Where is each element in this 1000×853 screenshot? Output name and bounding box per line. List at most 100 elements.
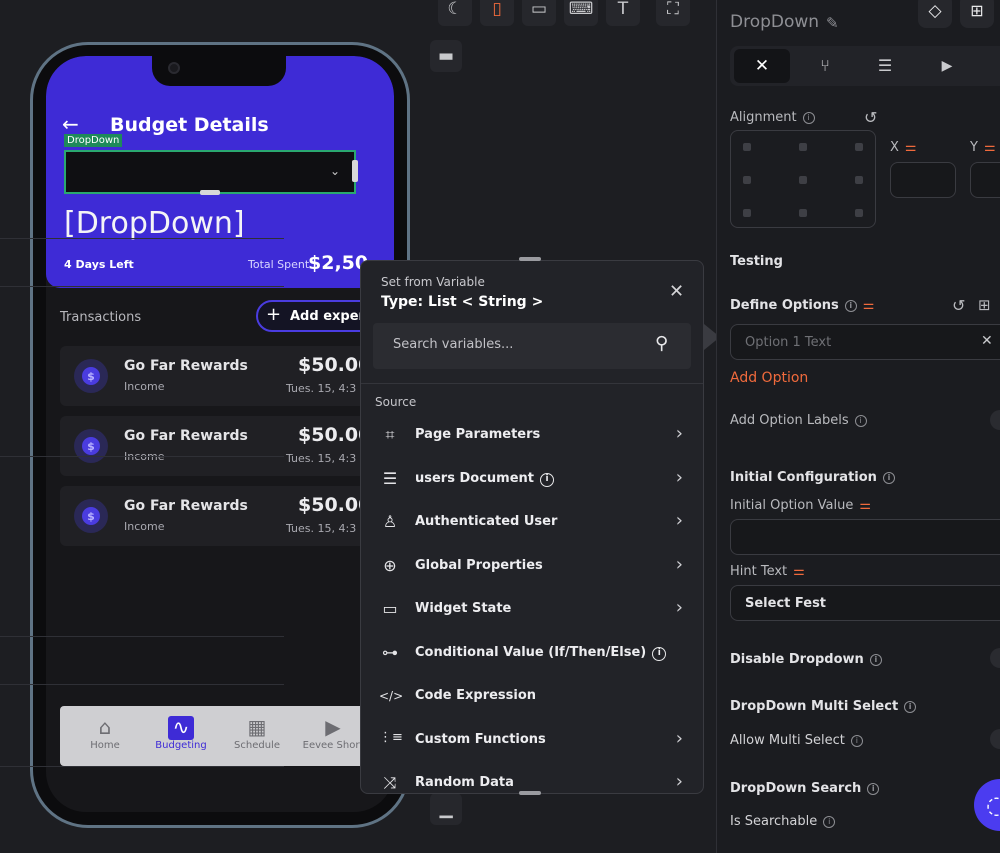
tablet-icon[interactable]: ▭ xyxy=(522,0,556,26)
info-icon[interactable]: i xyxy=(869,654,882,666)
variable-icon[interactable]: ⚌ xyxy=(863,298,875,313)
multi-select-label: DropDown Multi Select xyxy=(730,699,899,714)
reset-icon[interactable]: ↺ xyxy=(952,296,965,315)
popup-resize-handle[interactable] xyxy=(519,791,541,795)
align-dot[interactable] xyxy=(855,209,863,217)
dark-mode-icon[interactable]: ☾ xyxy=(438,0,472,26)
tab-animations[interactable]: ▶ xyxy=(932,49,962,83)
resize-handle[interactable] xyxy=(200,190,220,195)
source-label: Conditional Value (If/Then/Else) xyxy=(415,645,647,660)
source-label: Code Expression xyxy=(415,688,537,703)
align-dot[interactable] xyxy=(743,176,751,184)
popup-resize-handle[interactable] xyxy=(519,257,541,261)
options-icon[interactable]: ⊞ xyxy=(978,296,991,314)
source-code-expression[interactable]: </> Code Expression xyxy=(361,676,703,719)
page-parameters-icon: ⌗ xyxy=(385,425,395,444)
source-widget-state[interactable]: ▭ Widget State › xyxy=(361,589,703,632)
align-dot[interactable] xyxy=(743,143,751,151)
close-icon[interactable]: ✕ xyxy=(669,281,684,302)
info-icon[interactable]: i xyxy=(823,816,836,828)
info-icon[interactable]: i xyxy=(854,415,867,427)
tab-backend-query[interactable]: ☰ xyxy=(870,49,900,83)
add-widget-icon[interactable]: ⊞ xyxy=(960,0,994,28)
play-icon: ▶ xyxy=(325,715,341,739)
disable-dropdown-label: Disable Dropdown xyxy=(730,652,864,667)
option-1-input[interactable]: Option 1 Text ✕ xyxy=(730,324,1000,360)
reset-icon[interactable]: ↺ xyxy=(864,108,877,127)
collapse-bottom-icon[interactable]: ▁ xyxy=(430,793,462,825)
info-icon[interactable]: i xyxy=(844,300,857,312)
resize-handle[interactable] xyxy=(352,160,358,182)
chevron-right-icon: › xyxy=(675,554,683,575)
pencil-icon[interactable]: ✎ xyxy=(826,14,839,32)
info-icon[interactable]: i xyxy=(540,473,554,487)
source-authenticated-user[interactable]: ♙ Authenticated User › xyxy=(361,502,703,545)
close-icon[interactable]: ✕ xyxy=(981,333,993,349)
alignment-label: Alignment xyxy=(730,110,797,125)
chevron-right-icon: › xyxy=(675,423,683,444)
popup-title: Set from Variable xyxy=(381,275,485,289)
initial-option-value-input[interactable] xyxy=(730,519,1000,555)
nav-eevee-short[interactable]: ▶ Eevee Short xyxy=(298,716,368,751)
tab-properties[interactable]: ✕ xyxy=(734,49,790,83)
text-size-icon[interactable]: T xyxy=(606,0,640,26)
variable-icon[interactable]: ⚌ xyxy=(984,140,996,155)
x-input[interactable] xyxy=(890,162,956,198)
align-dot[interactable] xyxy=(855,143,863,151)
testing-label[interactable]: Testing xyxy=(730,254,783,269)
source-global-properties[interactable]: ⊕ Global Properties › xyxy=(361,546,703,589)
info-icon[interactable]: i xyxy=(850,735,863,747)
info-icon[interactable]: i xyxy=(882,472,895,484)
source-label: Page Parameters xyxy=(415,427,541,442)
phone-icon[interactable]: ▯ xyxy=(480,0,514,26)
chevron-right-icon: › xyxy=(675,510,683,531)
source-conditional-value[interactable]: ⊶ Conditional Value (If/Then/Else) i xyxy=(361,633,703,676)
transform-icon[interactable]: ⛶ xyxy=(656,0,690,26)
source-custom-functions[interactable]: ⋮≡ Custom Functions › xyxy=(361,720,703,763)
variable-icon[interactable]: ⚌ xyxy=(859,498,871,513)
align-dot[interactable] xyxy=(855,176,863,184)
source-page-parameters[interactable]: ⌗ Page Parameters › xyxy=(361,415,703,458)
source-label: Source xyxy=(375,395,417,409)
source-users-document[interactable]: ☰ users Document i › xyxy=(361,459,703,502)
variable-icon[interactable]: ⚌ xyxy=(793,564,805,579)
transaction-date: Tues. 15, 4:3 xyxy=(286,452,357,465)
align-dot[interactable] xyxy=(799,209,807,217)
y-input[interactable] xyxy=(970,162,1000,198)
option-placeholder: Option 1 Text xyxy=(745,335,832,350)
add-expense-label: Add expen xyxy=(290,309,368,324)
disable-dropdown-section xyxy=(0,636,284,684)
info-icon[interactable]: i xyxy=(867,783,880,795)
variable-icon[interactable]: ⚌ xyxy=(905,140,917,155)
diamond-icon[interactable]: ◇ xyxy=(918,0,952,28)
align-dot[interactable] xyxy=(743,209,751,217)
search-placeholder: Search variables... xyxy=(393,337,514,352)
info-icon[interactable]: i xyxy=(802,112,815,124)
align-dot[interactable] xyxy=(799,176,807,184)
globe-icon: ⊕ xyxy=(383,556,397,575)
set-from-variable-popup: Set from Variable Type: List < String > … xyxy=(360,260,704,794)
widget-name: DropDown xyxy=(730,12,820,32)
source-label: Global Properties xyxy=(415,558,543,573)
align-dot[interactable] xyxy=(799,143,807,151)
phone-notch xyxy=(152,56,286,86)
info-icon[interactable]: i xyxy=(652,647,667,661)
testing-section xyxy=(0,238,284,286)
keyboard-icon[interactable]: ⌨ xyxy=(564,0,598,26)
collapse-top-icon[interactable]: ▬ xyxy=(430,40,462,72)
source-random-data[interactable]: ⤨ Random Data › xyxy=(361,763,703,793)
add-option-button[interactable]: Add Option xyxy=(730,370,808,386)
allow-multi-select-label: Allow Multi Select xyxy=(730,733,845,748)
transaction-date: Tues. 15, 4:3 xyxy=(286,382,357,395)
back-arrow-icon[interactable]: ← xyxy=(62,112,79,136)
dropdown-widget[interactable]: ⌄ xyxy=(64,150,356,194)
search-section xyxy=(0,766,284,853)
alignment-grid[interactable] xyxy=(730,130,876,228)
source-label: Custom Functions xyxy=(415,732,546,747)
hint-text-input[interactable]: Select Fest xyxy=(730,585,1000,621)
widget-state-icon: ▭ xyxy=(382,599,398,618)
shuffle-icon: ⤨ xyxy=(383,773,397,792)
info-icon[interactable]: i xyxy=(904,701,917,713)
search-variables-input[interactable]: Search variables... ⚲ xyxy=(373,323,691,369)
tab-actions[interactable]: ⑂ xyxy=(810,49,840,83)
